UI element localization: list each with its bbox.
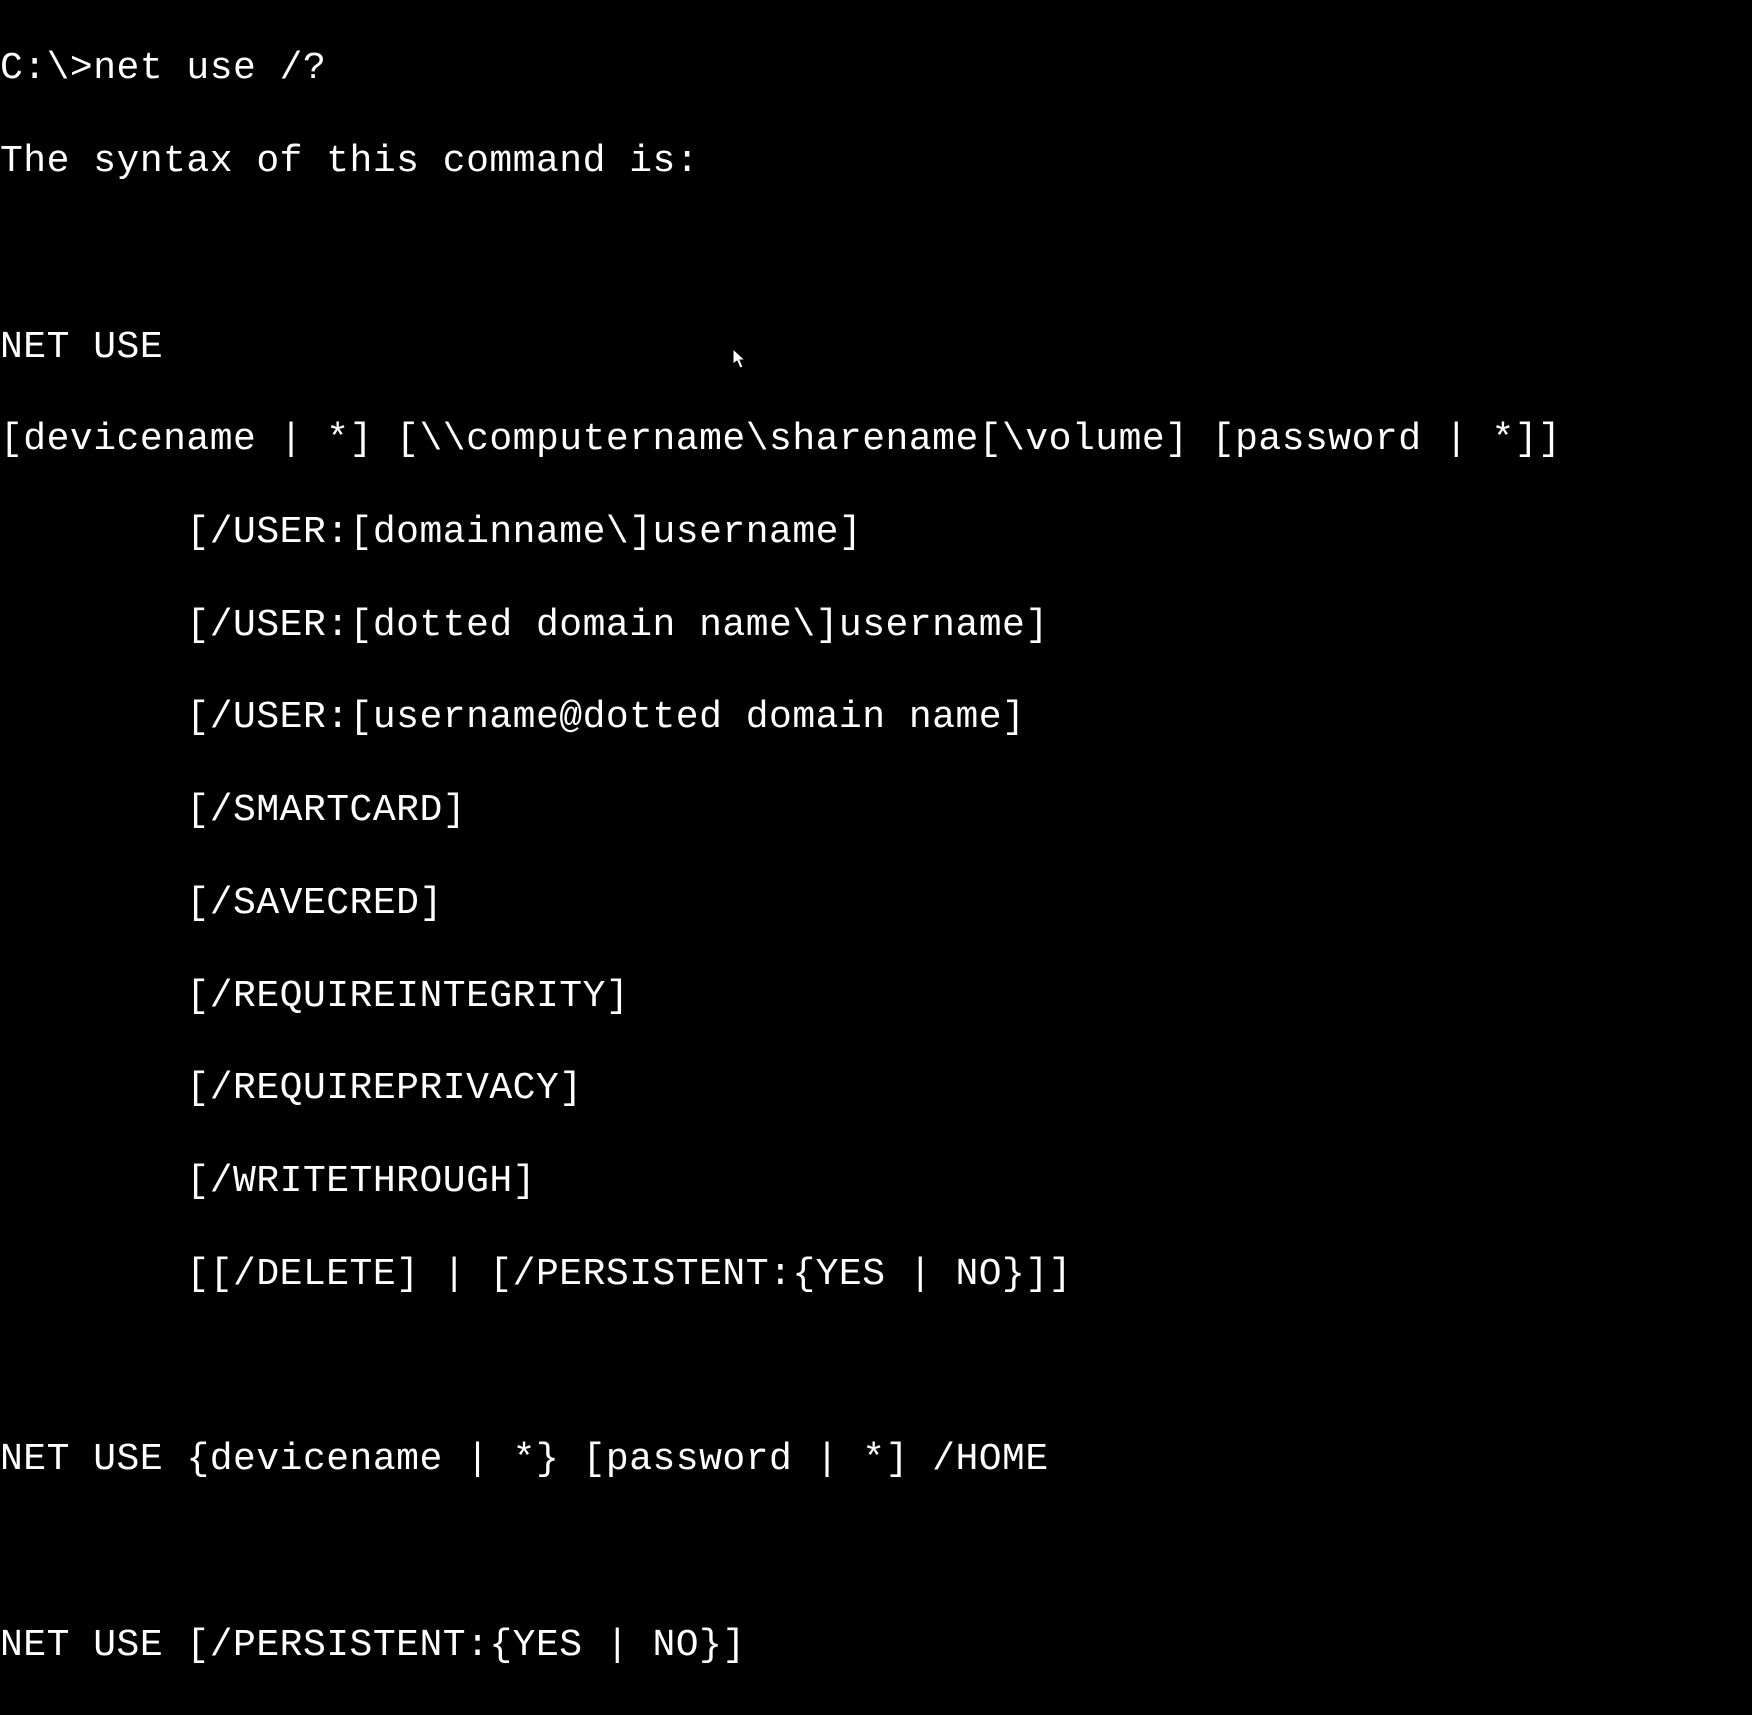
output-line: [/USER:[dotted domain name\]username] <box>0 603 1752 649</box>
output-line: [/SMARTCARD] <box>0 788 1752 834</box>
output-line: [/SAVECRED] <box>0 881 1752 927</box>
output-line <box>0 232 1752 278</box>
output-line <box>0 1530 1752 1576</box>
output-line: [/REQUIREINTEGRITY] <box>0 974 1752 1020</box>
output-line: [/WRITETHROUGH] <box>0 1159 1752 1205</box>
output-line: NET USE <box>0 325 1752 371</box>
output-line: NET USE {devicename | *} [password | *] … <box>0 1437 1752 1483</box>
output-line: The syntax of this command is: <box>0 139 1752 185</box>
output-line: [/USER:[domainname\]username] <box>0 510 1752 556</box>
terminal-output[interactable]: C:\>net use /? The syntax of this comman… <box>0 0 1752 1715</box>
prompt-line: C:\>net use /? <box>0 46 1752 92</box>
output-line: NET USE [/PERSISTENT:{YES | NO}] <box>0 1623 1752 1669</box>
output-line: [/USER:[username@dotted domain name] <box>0 695 1752 741</box>
output-line: [devicename | *] [\\computername\sharena… <box>0 417 1752 463</box>
output-line <box>0 1344 1752 1390</box>
output-line: [/REQUIREPRIVACY] <box>0 1066 1752 1112</box>
output-line: [[/DELETE] | [/PERSISTENT:{YES | NO}]] <box>0 1252 1752 1298</box>
